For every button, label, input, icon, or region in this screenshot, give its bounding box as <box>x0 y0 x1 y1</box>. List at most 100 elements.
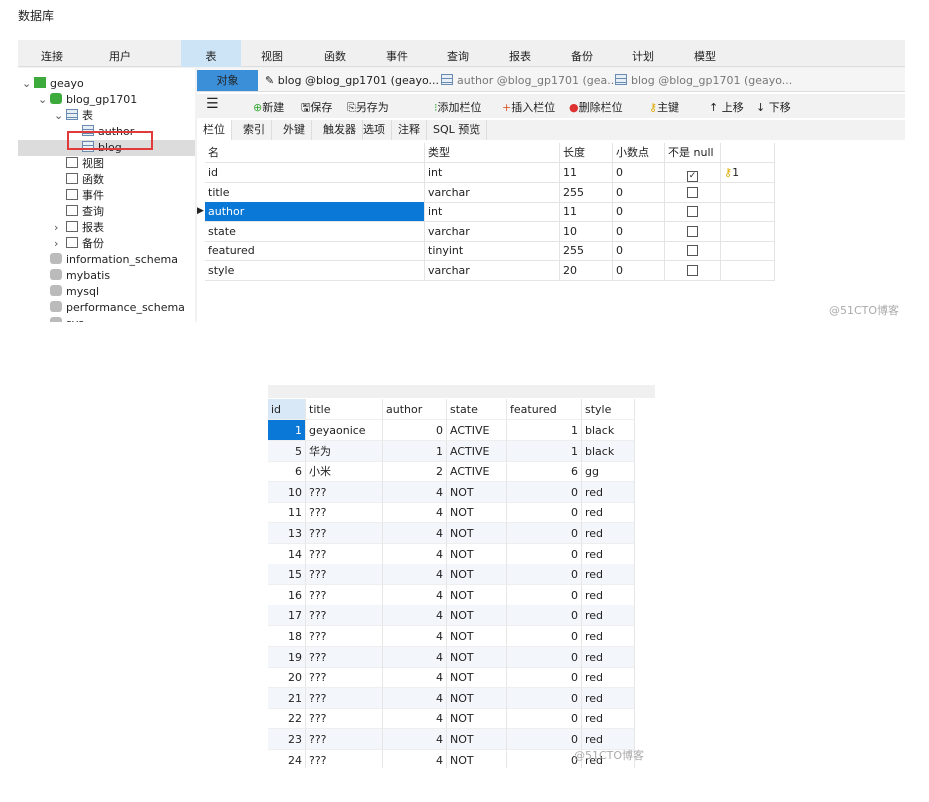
result-cell[interactable]: 4 <box>383 626 447 647</box>
result-cell[interactable]: 1 <box>507 440 582 462</box>
result-cell[interactable]: 19 <box>268 646 306 668</box>
result-cell[interactable]: 1 <box>383 440 447 462</box>
result-cell[interactable]: ??? <box>306 687 383 709</box>
tree-item-geayo[interactable]: ⌄ geayo <box>18 76 195 92</box>
result-cell[interactable]: 0 <box>507 564 582 586</box>
column-header[interactable]: style <box>582 399 635 420</box>
result-cell[interactable]: red <box>582 523 635 544</box>
field-cell[interactable] <box>721 182 775 203</box>
column-header[interactable]: 小数点 <box>613 143 665 163</box>
result-cell[interactable]: NOT <box>447 749 507 768</box>
tree-item-performance_schema[interactable]: performance_schema <box>18 300 195 316</box>
move-up-button[interactable]: ↑ 上移 <box>709 99 744 115</box>
field-cell[interactable] <box>721 261 775 281</box>
result-cell[interactable]: ??? <box>306 584 383 606</box>
field-cell[interactable]: 0 <box>613 163 665 183</box>
result-cell[interactable]: NOT <box>447 564 507 586</box>
result-cell[interactable]: ??? <box>306 481 383 503</box>
tree-item-报表[interactable]: › 报表 <box>18 220 195 236</box>
result-cell[interactable]: 小米 <box>306 461 383 483</box>
field-cell[interactable]: ⚷1 <box>721 163 775 183</box>
tab-objects[interactable]: 对象 <box>197 70 258 91</box>
result-cell[interactable]: 11 <box>268 502 306 524</box>
field-cell[interactable]: author <box>205 202 425 223</box>
field-cell[interactable]: varchar <box>425 182 560 203</box>
result-cell[interactable]: 13 <box>268 523 306 544</box>
field-cell[interactable]: 11 <box>560 163 613 183</box>
result-cell[interactable]: 4 <box>383 502 447 524</box>
result-cell[interactable]: red <box>582 708 635 730</box>
subtab-5[interactable]: 注释 <box>392 120 427 140</box>
result-cell[interactable]: 4 <box>383 564 447 586</box>
not-null-checkbox[interactable]: ✓ <box>687 171 698 182</box>
ribbon-2[interactable]: 表 <box>181 40 241 67</box>
column-header[interactable] <box>721 143 775 163</box>
chevron-down-icon[interactable]: ⌄ <box>38 92 50 108</box>
ribbon-4[interactable]: 函数 <box>305 48 365 64</box>
result-cell[interactable]: NOT <box>447 543 507 565</box>
ribbon-0[interactable]: 连接 <box>22 48 82 64</box>
result-cell[interactable]: 20 <box>268 667 306 689</box>
field-cell[interactable]: 0 <box>613 221 665 242</box>
result-cell[interactable]: NOT <box>447 584 507 606</box>
save-button[interactable]: 🖫保存 <box>301 99 332 118</box>
result-cell[interactable]: 5 <box>268 440 306 462</box>
field-cell[interactable] <box>721 202 775 223</box>
result-cell[interactable]: 21 <box>268 687 306 709</box>
column-header[interactable]: 不是 null <box>665 143 721 163</box>
not-null-checkbox[interactable] <box>687 225 698 237</box>
add-field-button[interactable]: ⁝添加栏位 <box>434 99 482 115</box>
field-cell[interactable]: id <box>205 163 425 183</box>
menu-icon[interactable]: ☰ <box>206 96 219 112</box>
result-cell[interactable]: 0 <box>507 523 582 544</box>
field-cell[interactable]: 255 <box>560 182 613 203</box>
result-cell[interactable]: 6 <box>268 461 306 483</box>
field-cell[interactable]: int <box>425 202 560 223</box>
ribbon-5[interactable]: 事件 <box>367 48 427 64</box>
result-cell[interactable]: 10 <box>268 481 306 503</box>
result-cell[interactable]: ??? <box>306 729 383 750</box>
result-cell[interactable]: 0 <box>507 543 582 565</box>
result-cell[interactable]: ??? <box>306 646 383 668</box>
field-cell[interactable]: ✓ <box>665 163 721 183</box>
result-cell[interactable]: ??? <box>306 502 383 524</box>
result-cell[interactable]: 4 <box>383 523 447 544</box>
result-cell[interactable]: red <box>582 646 635 668</box>
field-cell[interactable] <box>721 221 775 242</box>
result-cell[interactable]: ??? <box>306 605 383 627</box>
result-cell[interactable]: red <box>582 667 635 689</box>
result-cell[interactable]: 4 <box>383 667 447 689</box>
ribbon-1[interactable]: 用户 <box>90 48 150 64</box>
result-cell[interactable]: 0 <box>507 626 582 647</box>
ribbon-6[interactable]: 查询 <box>428 48 488 64</box>
result-cell[interactable]: NOT <box>447 708 507 730</box>
tree-item-函数[interactable]: 函数 <box>18 172 195 188</box>
subtab-2[interactable]: 外键 <box>277 120 312 140</box>
field-cell[interactable]: 10 <box>560 221 613 242</box>
result-cell[interactable]: 24 <box>268 749 306 768</box>
result-cell[interactable]: NOT <box>447 667 507 689</box>
result-cell[interactable]: red <box>582 605 635 627</box>
result-cell[interactable]: 4 <box>383 584 447 606</box>
chevron-right-icon[interactable]: › <box>54 220 66 236</box>
ribbon-10[interactable]: 模型 <box>675 48 735 64</box>
result-cell[interactable]: 18 <box>268 626 306 647</box>
result-cell[interactable]: NOT <box>447 626 507 647</box>
result-cell[interactable]: red <box>582 626 635 647</box>
tab-blog-design[interactable]: ✎ blog @blog_gp1701 (geayo... <box>261 70 443 91</box>
tree-item-mybatis[interactable]: mybatis <box>18 268 195 284</box>
result-cell[interactable]: 4 <box>383 749 447 768</box>
column-header[interactable]: 类型 <box>425 143 560 163</box>
result-cell[interactable]: NOT <box>447 523 507 544</box>
result-cell[interactable]: red <box>582 564 635 586</box>
result-cell[interactable]: NOT <box>447 502 507 524</box>
result-cell[interactable]: red <box>582 543 635 565</box>
move-down-button[interactable]: ↓ 下移 <box>756 99 791 115</box>
field-cell[interactable] <box>721 241 775 262</box>
result-cell[interactable]: ??? <box>306 626 383 647</box>
result-cell[interactable]: 14 <box>268 543 306 565</box>
field-cell[interactable] <box>665 182 721 203</box>
result-cell[interactable]: ??? <box>306 749 383 768</box>
result-cell[interactable]: black <box>582 440 635 462</box>
ribbon-7[interactable]: 报表 <box>490 48 550 64</box>
